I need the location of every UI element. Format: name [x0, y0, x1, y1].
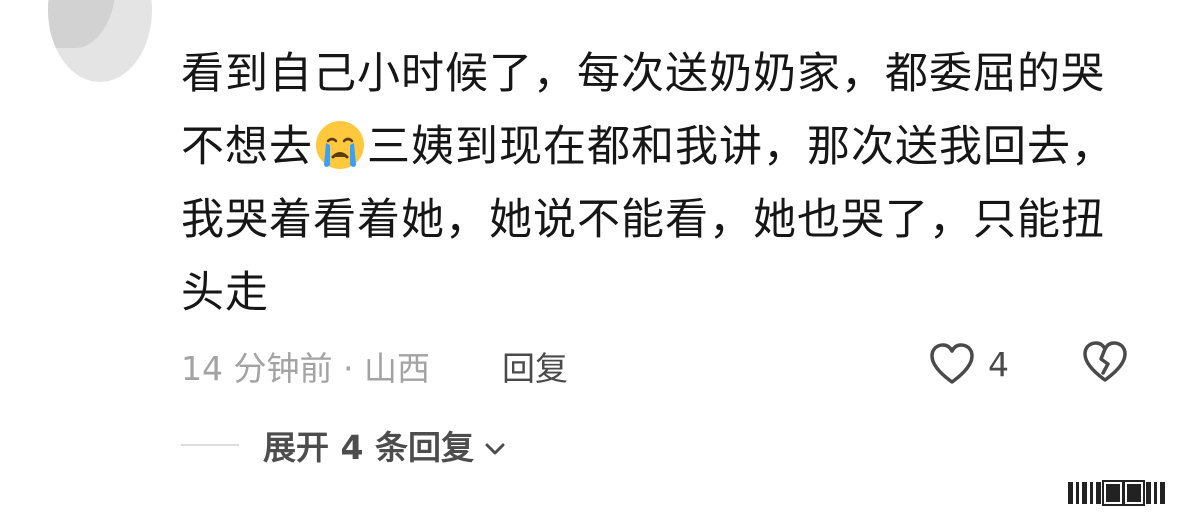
- like-count: 4: [988, 344, 1009, 384]
- comment-body: 看到自己小时候了，每次送奶奶家，都委屈的哭 不想去 三姨到现在都和我讲，那次送我…: [181, 38, 1141, 330]
- comment-segment: 三姨到现在都和我讲，那次送我回去，: [367, 122, 1115, 172]
- comment-segment: 不想去: [181, 122, 313, 172]
- watermark-logo: [1068, 480, 1165, 506]
- comment-meta: 14 分钟前 · 山西: [181, 342, 430, 390]
- meta-separator: ·: [342, 349, 354, 388]
- timestamp: 14 分钟前: [181, 349, 333, 388]
- comment-line: 头走: [181, 268, 269, 318]
- reply-button[interactable]: 回复: [502, 342, 568, 390]
- comment-line: 不想去 三姨到现在都和我讲，那次送我回去，: [181, 111, 1141, 184]
- comment-line: 看到自己小时候了，每次送奶奶家，都委屈的哭: [181, 49, 1105, 99]
- heart-outline-icon: [928, 342, 976, 386]
- avatar[interactable]: [48, 0, 152, 82]
- divider: [181, 444, 239, 446]
- chevron-down-icon: [474, 426, 506, 465]
- dislike-button[interactable]: [1081, 340, 1129, 388]
- like-button[interactable]: 4: [928, 340, 1009, 388]
- expand-replies-label: 展开 4 条回复: [263, 428, 474, 467]
- comment-line: 我哭着看着她，她说不能看，她也哭了，只能扭: [181, 195, 1105, 245]
- location: 山西: [363, 349, 430, 388]
- expand-replies-button[interactable]: 展开 4 条回复: [263, 421, 506, 469]
- avatar-shape: [48, 0, 116, 48]
- crying-face-emoji-icon: [314, 119, 366, 171]
- broken-heart-icon: [1081, 341, 1129, 388]
